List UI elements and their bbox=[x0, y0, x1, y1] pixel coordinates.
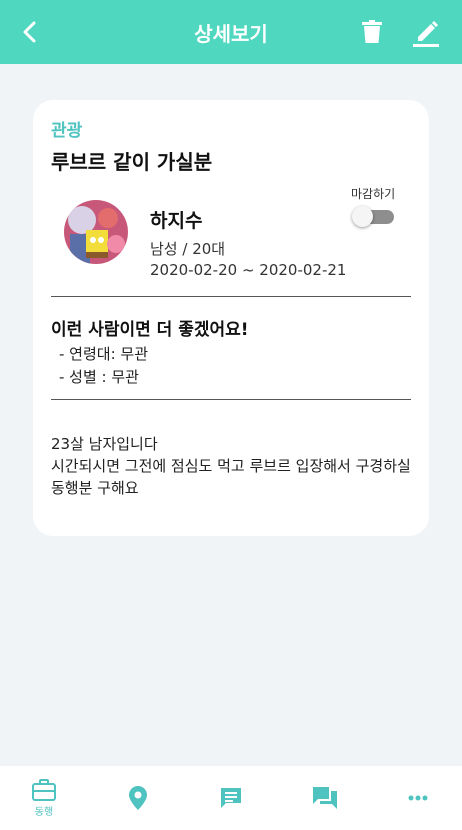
toggle-knob bbox=[352, 206, 373, 227]
nav-label-companion: 동행 bbox=[34, 806, 54, 818]
preference-age: - 연령대: 무관 bbox=[59, 345, 149, 363]
nav-item-message[interactable] bbox=[201, 766, 261, 830]
nav-item-location[interactable] bbox=[108, 766, 168, 830]
trip-dates: 2020-02-20 ~ 2020-02-21 bbox=[150, 261, 347, 279]
preference-gender: - 성별 : 무관 bbox=[59, 368, 139, 386]
nav-item-chat[interactable] bbox=[295, 766, 355, 830]
divider bbox=[51, 296, 411, 297]
page-title: 상세보기 bbox=[194, 21, 268, 46]
close-toggle[interactable] bbox=[352, 206, 394, 227]
nav-item-more[interactable] bbox=[388, 766, 448, 830]
post-card: 관광 루브르 같이 가실분 하지수 남성 / 20대 2020-02-20 ~ … bbox=[33, 100, 429, 536]
trash-icon bbox=[362, 20, 382, 43]
author-name: 하지수 bbox=[150, 210, 203, 232]
back-button[interactable] bbox=[10, 12, 50, 52]
bottom-navigation: 동행 bbox=[0, 766, 462, 830]
close-toggle-label: 마감하기 bbox=[351, 187, 396, 201]
pencil-icon bbox=[413, 21, 439, 47]
app-header: 상세보기 bbox=[0, 0, 462, 64]
post-description: 23살 남자입니다 시간되시면 그전에 점심도 먹고 루브르 입장해서 구경하실… bbox=[51, 435, 411, 497]
author-gender-age: 남성 / 20대 bbox=[150, 240, 226, 258]
chat-bubbles-icon bbox=[313, 787, 337, 809]
avatar bbox=[64, 200, 128, 264]
chevron-left-icon bbox=[23, 21, 36, 43]
divider bbox=[51, 399, 411, 400]
nav-item-companion[interactable]: 동행 bbox=[14, 766, 74, 830]
avatar-image bbox=[64, 200, 128, 264]
delete-button[interactable] bbox=[352, 12, 392, 52]
message-icon bbox=[221, 788, 241, 808]
preferences-title: 이런 사람이면 더 좋겠어요! bbox=[51, 320, 249, 340]
more-dots-icon bbox=[408, 795, 428, 801]
briefcase-icon bbox=[32, 778, 56, 801]
post-title: 루브르 같이 가실분 bbox=[51, 150, 213, 174]
location-pin-icon bbox=[129, 786, 147, 810]
post-category: 관광 bbox=[51, 121, 83, 141]
edit-button[interactable] bbox=[406, 12, 446, 52]
